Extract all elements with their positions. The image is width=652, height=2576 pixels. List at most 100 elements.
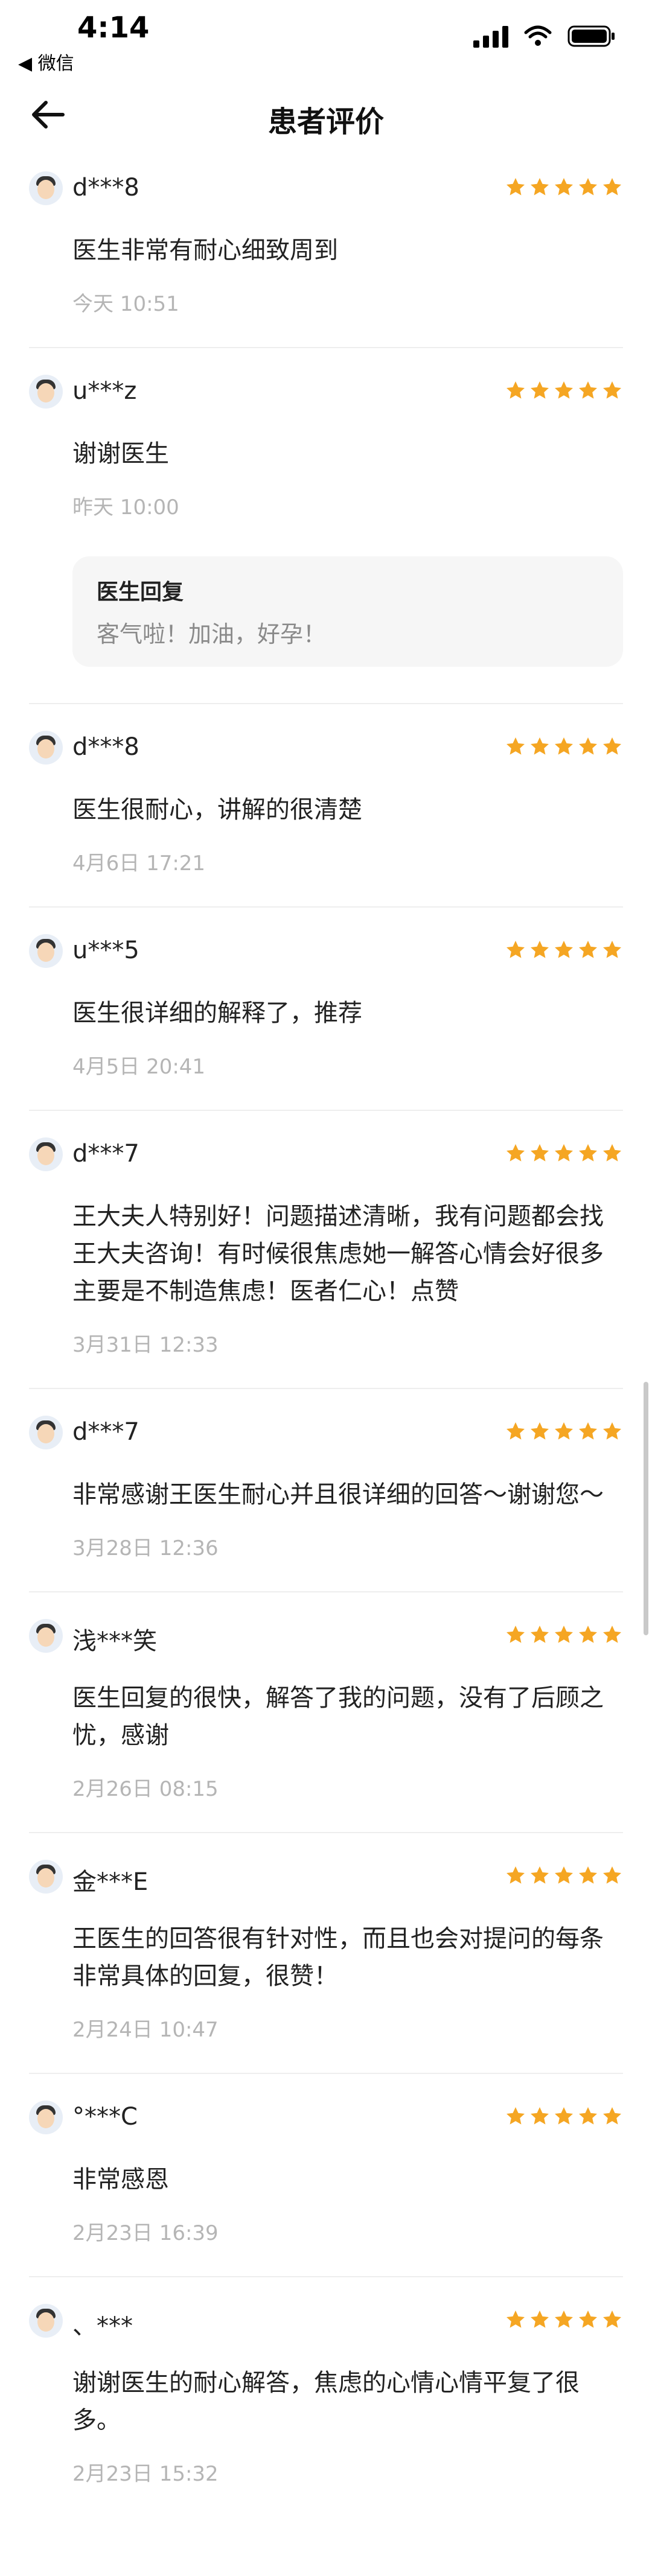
star-icon bbox=[555, 2107, 573, 2125]
review-item: 金***E 王医生的回答很有针对性，而且也会对提问的每条非常具体的回复，很赞！ … bbox=[29, 1833, 623, 2074]
star-icon bbox=[507, 2107, 525, 2125]
star-icon bbox=[531, 941, 549, 958]
review-date: 4月6日 17:21 bbox=[72, 851, 206, 876]
review-list: d***8 医生非常有耐心细致周到 今天 10:51 u***z 谢谢医生 昨天… bbox=[0, 145, 652, 2517]
back-to-wechat-link[interactable]: ◀ 微信 bbox=[18, 48, 74, 75]
star-icon bbox=[507, 381, 525, 399]
review-date: 昨天 10:00 bbox=[72, 495, 179, 520]
review-date: 2月26日 08:15 bbox=[72, 1777, 219, 1801]
review-item: u***z 谢谢医生 昨天 10:00 医生回复 客气啦！加油，好孕！ bbox=[29, 348, 623, 704]
star-icon bbox=[603, 1144, 621, 1162]
status-time: 4:14 bbox=[77, 11, 150, 45]
star-icon bbox=[603, 941, 621, 958]
star-icon bbox=[555, 1866, 573, 1884]
wifi-icon bbox=[524, 25, 552, 47]
star-icon bbox=[531, 1866, 549, 1884]
star-icon bbox=[603, 2310, 621, 2328]
avatar bbox=[29, 375, 63, 409]
doctor-reply-box: 医生回复 客气啦！加油，好孕！ bbox=[72, 556, 623, 667]
avatar bbox=[29, 1416, 63, 1449]
star-icon bbox=[579, 381, 597, 399]
star-icon bbox=[531, 1626, 549, 1643]
star-icon bbox=[603, 1626, 621, 1643]
rating-stars bbox=[505, 2309, 623, 2330]
review-comment: 王医生的回答很有针对性，而且也会对提问的每条非常具体的回复，很赞！ bbox=[72, 1925, 604, 1990]
avatar bbox=[29, 1860, 63, 1894]
battery-icon bbox=[567, 24, 616, 48]
review-comment: 医生非常有耐心细致周到 bbox=[72, 237, 338, 264]
star-icon bbox=[579, 737, 597, 755]
star-icon bbox=[531, 1144, 549, 1162]
star-icon bbox=[603, 2107, 621, 2125]
review-username: d***8 bbox=[72, 733, 139, 761]
status-bar: 4:14 ◀ 微信 bbox=[0, 0, 652, 75]
star-icon bbox=[507, 1866, 525, 1884]
review-username: u***z bbox=[72, 377, 137, 405]
star-icon bbox=[579, 941, 597, 958]
star-icon bbox=[579, 1626, 597, 1643]
review-date: 2月23日 15:32 bbox=[72, 2462, 219, 2486]
avatar bbox=[29, 1619, 63, 1653]
review-date: 2月24日 10:47 bbox=[72, 2018, 219, 2042]
star-icon bbox=[531, 2310, 549, 2328]
avatar bbox=[29, 2304, 63, 2338]
review-username: d***7 bbox=[72, 1140, 139, 1168]
review-comment: 谢谢医生 bbox=[72, 440, 169, 468]
doctor-reply-title: 医生回复 bbox=[97, 580, 184, 605]
review-comment: 谢谢医生的耐心解答，焦虑的心情心情平复了很多。 bbox=[72, 2369, 580, 2434]
review-date: 今天 10:51 bbox=[72, 292, 179, 316]
star-icon bbox=[531, 178, 549, 196]
doctor-reply-text: 客气啦！加油，好孕！ bbox=[97, 621, 327, 647]
review-comment: 医生回复的很快，解答了我的问题，没有了后顾之忧，感谢 bbox=[72, 1684, 604, 1749]
star-icon bbox=[531, 2107, 549, 2125]
review-item: d***8 医生非常有耐心细致周到 今天 10:51 bbox=[29, 145, 623, 348]
rating-stars bbox=[505, 736, 623, 757]
star-icon bbox=[507, 1422, 525, 1440]
star-icon bbox=[579, 1144, 597, 1162]
star-icon bbox=[507, 941, 525, 958]
page-title: 患者评价 bbox=[267, 105, 384, 139]
review-username: 浅***笑 bbox=[72, 1627, 157, 1655]
review-username: u***5 bbox=[72, 937, 139, 964]
star-icon bbox=[555, 381, 573, 399]
avatar bbox=[29, 171, 63, 205]
rating-stars bbox=[505, 1624, 623, 1646]
star-icon bbox=[579, 1866, 597, 1884]
review-comment: 非常感谢王医生耐心并且很详细的回答～谢谢您～ bbox=[72, 1481, 604, 1509]
star-icon bbox=[531, 1422, 549, 1440]
star-icon bbox=[603, 737, 621, 755]
rating-stars bbox=[505, 2105, 623, 2127]
star-icon bbox=[579, 178, 597, 196]
scrollbar[interactable] bbox=[644, 1382, 648, 1635]
star-icon bbox=[531, 381, 549, 399]
review-item: 、*** 谢谢医生的耐心解答，焦虑的心情心情平复了很多。 2月23日 15:32 bbox=[29, 2277, 623, 2517]
review-date: 4月5日 20:41 bbox=[72, 1055, 206, 1079]
review-item: d***8 医生很耐心，讲解的很清楚 4月6日 17:21 bbox=[29, 704, 623, 908]
rating-stars bbox=[505, 1420, 623, 1442]
star-icon bbox=[603, 1422, 621, 1440]
star-icon bbox=[555, 1144, 573, 1162]
review-date: 3月28日 12:36 bbox=[72, 1536, 219, 1560]
avatar bbox=[29, 1137, 63, 1171]
star-icon bbox=[555, 1626, 573, 1643]
star-icon bbox=[555, 2310, 573, 2328]
avatar bbox=[29, 2101, 63, 2134]
rating-stars bbox=[505, 939, 623, 961]
review-item: u***5 医生很详细的解释了，推荐 4月5日 20:41 bbox=[29, 908, 623, 1111]
star-icon bbox=[507, 737, 525, 755]
navigation-bar: 患者评价 bbox=[0, 84, 652, 145]
star-icon bbox=[603, 381, 621, 399]
rating-stars bbox=[505, 380, 623, 401]
star-icon bbox=[579, 2107, 597, 2125]
avatar bbox=[29, 731, 63, 765]
star-icon bbox=[603, 178, 621, 196]
star-icon bbox=[579, 2310, 597, 2328]
review-comment: 王大夫人特别好！问题描述清晰，我有问题都会找王大夫咨询！有时候很焦虑她一解答心情… bbox=[72, 1203, 604, 1305]
review-item: d***7 王大夫人特别好！问题描述清晰，我有问题都会找王大夫咨询！有时候很焦虑… bbox=[29, 1111, 623, 1389]
review-item: °***C 非常感恩 2月23日 16:39 bbox=[29, 2074, 623, 2277]
review-date: 2月23日 16:39 bbox=[72, 2221, 219, 2245]
review-item: 浅***笑 医生回复的很快，解答了我的问题，没有了后顾之忧，感谢 2月26日 0… bbox=[29, 1592, 623, 1833]
review-username: 金***E bbox=[72, 1868, 149, 1896]
status-icons bbox=[473, 24, 616, 48]
review-comment: 医生很耐心，讲解的很清楚 bbox=[72, 796, 362, 824]
